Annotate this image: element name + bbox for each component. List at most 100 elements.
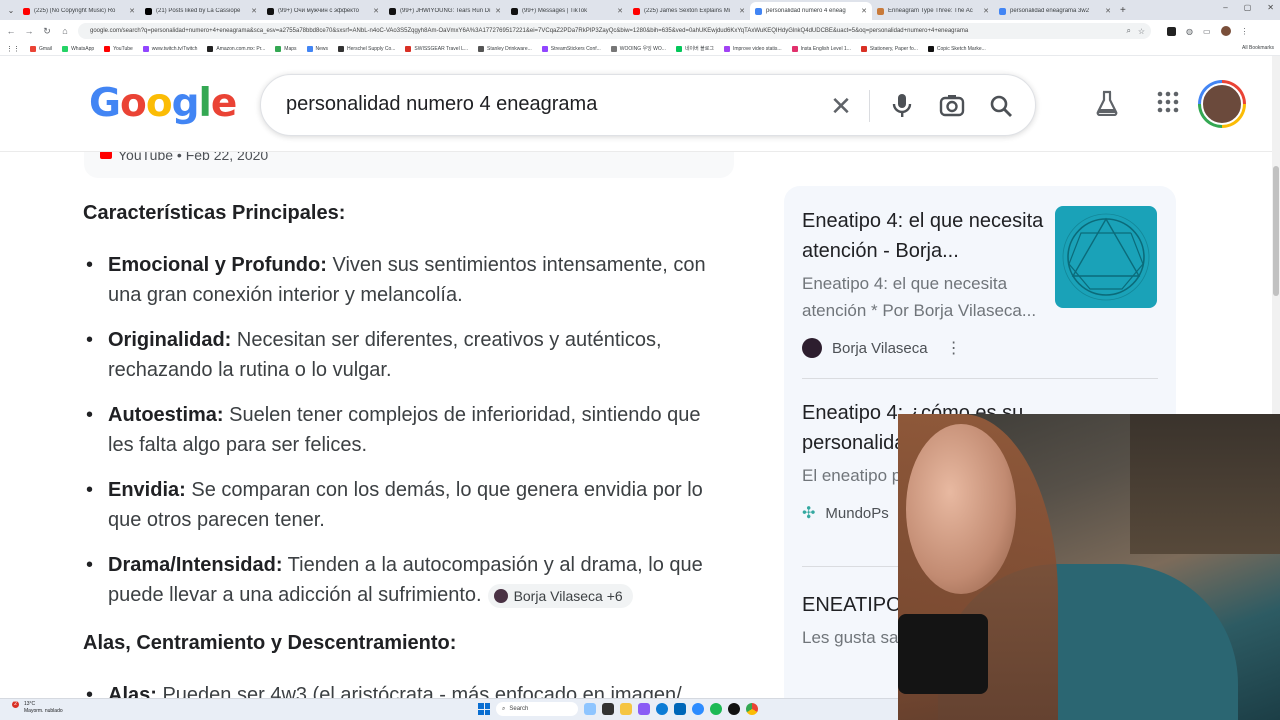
browser-tab[interactable]: Enneagram Type Three: The Ac ✕ xyxy=(872,2,994,20)
edge-icon[interactable] xyxy=(656,703,668,715)
apps-grid-icon[interactable]: ⋮⋮ xyxy=(6,45,20,53)
tab-close-icon[interactable]: ✕ xyxy=(1105,7,1111,15)
bookmark-item[interactable]: WOOING 우잉 WO... xyxy=(610,45,666,52)
all-bookmarks-link[interactable]: All Bookmarks xyxy=(1242,45,1274,51)
bookmark-item[interactable]: Maps xyxy=(275,45,297,52)
bookmark-item[interactable]: Stationery, Paper fo... xyxy=(860,45,918,52)
bookmark-item[interactable]: Copic Sketch Marke... xyxy=(927,45,986,52)
bookmark-label: Gmail xyxy=(39,45,53,52)
tab-close-icon[interactable]: ✕ xyxy=(617,7,623,15)
close-window-icon[interactable]: ✕ xyxy=(1267,3,1274,12)
tab-search-icon[interactable]: ⌄ xyxy=(4,6,18,15)
clear-search-icon[interactable]: ✕ xyxy=(824,89,858,123)
task-view-icon[interactable] xyxy=(602,703,614,715)
bookmark-item[interactable]: Insta English Level 1... xyxy=(791,45,851,52)
zoom-app-icon[interactable] xyxy=(692,703,704,715)
obs-icon[interactable] xyxy=(728,703,740,715)
divider xyxy=(802,378,1158,379)
section-heading: Características Principales: xyxy=(83,202,346,224)
bookmark-favicon xyxy=(207,45,214,52)
reload-icon[interactable]: ↻ xyxy=(42,26,52,37)
labs-flask-icon[interactable] xyxy=(1095,90,1119,123)
search-box[interactable]: personalidad numero 4 eneagrama ✕ xyxy=(260,74,1036,136)
google-header: Google personalidad numero 4 eneagrama ✕ xyxy=(0,56,1280,152)
enneagram-thumbnail[interactable] xyxy=(1055,206,1157,308)
tab-close-icon[interactable]: ✕ xyxy=(739,7,745,15)
browser-tab[interactable]: (225) James Sexton Explains Mi ✕ xyxy=(628,2,750,20)
bookmark-favicon xyxy=(142,45,149,52)
search-icon[interactable] xyxy=(984,89,1018,123)
bookmark-item[interactable]: WhatsApp xyxy=(62,45,94,52)
widgets-icon[interactable] xyxy=(584,703,596,715)
extension-icon[interactable] xyxy=(1167,26,1176,36)
background-shelf xyxy=(1130,414,1280,554)
bookmark-item[interactable]: Stanley Drinkware... xyxy=(478,45,532,52)
spotify-icon[interactable] xyxy=(710,703,722,715)
tab-title: Enneagram Type Three: The Ac xyxy=(888,8,973,14)
address-bar[interactable]: google.com/search?q=personalidad+numero+… xyxy=(78,23,1151,39)
source-card-title[interactable]: Eneatipo 4: el que necesita atención - B… xyxy=(802,206,1047,266)
extension-puzzle-icon[interactable]: ◍ xyxy=(1186,27,1193,36)
copilot-icon[interactable] xyxy=(638,703,650,715)
bookmark-item[interactable]: News xyxy=(306,45,328,52)
chrome-icon[interactable] xyxy=(746,703,758,715)
browser-tab[interactable]: personalidad eneagrama 3w2 ✕ xyxy=(994,2,1116,20)
tab-close-icon[interactable]: ✕ xyxy=(251,7,257,15)
voice-search-icon[interactable] xyxy=(885,89,919,123)
browser-tab[interactable]: (21) Posts liked by La Cassiope ✕ xyxy=(140,2,262,20)
menu-dots-icon[interactable]: ⋮ xyxy=(1241,27,1249,36)
tab-close-icon[interactable]: ✕ xyxy=(861,7,867,15)
tab-close-icon[interactable]: ✕ xyxy=(373,7,379,15)
home-icon[interactable]: ⌂ xyxy=(60,26,70,36)
tab-close-icon[interactable]: ✕ xyxy=(129,7,135,15)
weather-widget[interactable]: 2 13°C Mayorm. nublado xyxy=(12,701,63,715)
bullet-term: Alas: xyxy=(108,684,157,698)
bookmark-item[interactable]: Herschel Supply Co... xyxy=(338,45,395,52)
profile-avatar[interactable] xyxy=(1220,26,1231,36)
logo-letter: e xyxy=(210,81,237,126)
bookmark-item[interactable]: Amazon.com.mx: Pr... xyxy=(207,45,265,52)
back-icon[interactable]: ← xyxy=(6,26,16,36)
forward-icon[interactable]: → xyxy=(24,26,34,36)
google-apps-icon[interactable] xyxy=(1156,90,1180,121)
scrollbar-thumb[interactable] xyxy=(1273,166,1279,296)
browser-tab[interactable]: (225) (No Copyright Music) Ro ✕ xyxy=(18,2,140,20)
bookmark-label: Stanley Drinkware... xyxy=(487,45,532,52)
tab-close-icon[interactable]: ✕ xyxy=(495,7,501,15)
bookmark-label: Maps xyxy=(284,45,297,52)
bullet-dot: • xyxy=(86,479,94,501)
zoom-icon[interactable]: ⌕ xyxy=(1127,26,1131,36)
search-input[interactable]: personalidad numero 4 eneagrama xyxy=(286,93,597,116)
bookmark-item[interactable]: www.twitch.tv/Twitch xyxy=(142,45,197,52)
browser-tab[interactable]: (99+) Очи мужчин с эффекто ✕ xyxy=(262,2,384,20)
browser-tab[interactable]: personalidad numero 4 eneag ✕ xyxy=(750,2,872,20)
store-icon[interactable] xyxy=(674,703,686,715)
site-name: Borja Vilaseca xyxy=(832,339,928,357)
lens-search-icon[interactable] xyxy=(935,89,969,123)
browser-tab[interactable]: (99+) Messages | TikTok ✕ xyxy=(506,2,628,20)
bookmark-item[interactable]: Gmail xyxy=(30,45,52,52)
maximize-icon[interactable]: ▢ xyxy=(1244,3,1252,12)
butterfly-icon: ✣ xyxy=(802,505,816,522)
sidepanel-icon[interactable]: ▭ xyxy=(1203,27,1211,36)
tab-close-icon[interactable]: ✕ xyxy=(983,7,989,15)
new-tab-button[interactable]: + xyxy=(1120,5,1126,16)
bookmark-item[interactable]: SWISSGEAR Travel L... xyxy=(405,45,468,52)
google-logo[interactable]: Google xyxy=(89,81,237,126)
site-avatar xyxy=(802,338,822,358)
bookmark-item[interactable]: Improve video statis... xyxy=(723,45,782,52)
more-options-icon[interactable]: ⋮ xyxy=(946,338,962,358)
google-account-avatar[interactable] xyxy=(1198,80,1246,128)
windows-start-icon[interactable] xyxy=(478,703,490,715)
bullet-item: • Autoestima: Suelen tener complejos de i… xyxy=(86,400,728,460)
bookmark-item[interactable]: StreamStickers Conf... xyxy=(541,45,601,52)
bookmark-item[interactable]: 네이버 블로그 xyxy=(675,45,714,52)
file-explorer-icon[interactable] xyxy=(620,703,632,715)
taskbar-search[interactable]: ⌕ Search xyxy=(496,702,578,716)
minimize-icon[interactable]: – xyxy=(1223,3,1227,12)
bookmark-item[interactable]: YouTube xyxy=(104,45,133,52)
source-chip[interactable]: Borja Vilaseca +6 xyxy=(487,583,633,608)
browser-tab[interactable]: (99+) JHWIYOUNG: Tears Run Di ✕ xyxy=(384,2,506,20)
bullet-term: Originalidad: xyxy=(108,329,232,351)
bookmark-star-icon[interactable]: ☆ xyxy=(1138,27,1145,36)
